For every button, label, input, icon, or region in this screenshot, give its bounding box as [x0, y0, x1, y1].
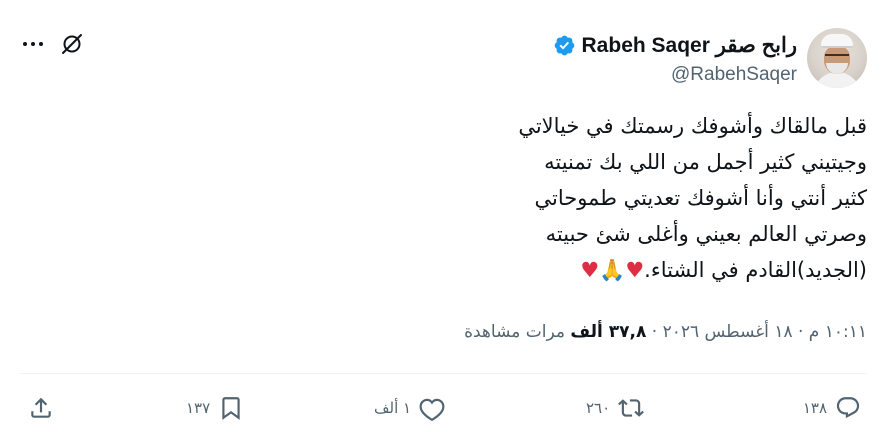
avatar-shirt [813, 72, 861, 88]
bookmark-count: ١٣٧ [186, 399, 211, 417]
like-button[interactable]: ١ ألف [374, 394, 445, 422]
tweet-time[interactable]: ١٠:١١ م [809, 322, 867, 342]
share-icon [31, 397, 51, 418]
author-name-row[interactable]: Rabeh Saqer رابح صقر [553, 32, 797, 58]
heart-emoji-icon: ♥ [580, 258, 600, 282]
bookmark-icon [222, 397, 240, 420]
grok-icon[interactable] [60, 32, 84, 56]
tweet-date[interactable]: ١٨ أغسطس ٢٠٢٦ [663, 322, 793, 342]
tweet-line: وصرتي العالم بعيني وأغلى شئ حبيته [545, 222, 867, 246]
meta-separator: · [651, 322, 658, 342]
verified-badge-icon [554, 35, 574, 55]
heart-emoji-icon: ♥ [625, 258, 645, 282]
author-handle[interactable]: @RabehSaqer [671, 64, 797, 86]
meta-separator: · [797, 322, 804, 342]
like-count: ١ ألف [374, 399, 412, 417]
pray-emoji-icon: 🙏 [599, 258, 626, 282]
tweet-line: وجيتيني كثير أجمل من اللي بك تمنيته [544, 150, 867, 174]
tweet-last-line: (الجديد)القادم في الشتاء.♥🙏♥ [307, 252, 867, 288]
views-label: مرات مشاهدة [464, 322, 565, 342]
bookmark-button[interactable]: ١٣٧ [186, 394, 244, 422]
tweet-last-line-text: (الجديد)القادم في الشتاء. [644, 258, 867, 282]
tweet-text: قبل مالقاك وأشوفك رسمتك في خيالاتي وجيتي… [307, 108, 867, 288]
views-count: ٣٧,٨ ألف [570, 322, 647, 342]
reply-button[interactable]: ١٣٨ [803, 394, 861, 422]
tweet-meta: ١٠:١١ م · ١٨ أغسطس ٢٠٢٦ · ٣٧,٨ ألف مرات … [464, 322, 867, 342]
retweet-icon [618, 399, 645, 417]
reply-icon [836, 397, 860, 419]
avatar[interactable] [807, 28, 867, 88]
share-button[interactable] [28, 394, 54, 422]
repost-count: ٢٦٠ [586, 399, 611, 417]
more-icon[interactable] [21, 32, 45, 56]
reply-count: ١٣٨ [802, 399, 827, 417]
author-display-name[interactable]: Rabeh Saqer رابح صقر [582, 33, 797, 58]
tweet-line: كثير أنتي وأنا أشوفك تعديتي طموحاتي [534, 186, 867, 210]
heart-icon [419, 398, 445, 421]
tweet-line: قبل مالقاك وأشوفك رسمتك في خيالاتي [518, 114, 867, 138]
avatar-glasses [825, 54, 849, 60]
repost-button[interactable]: ٢٦٠ [586, 394, 645, 422]
tweet: Rabeh Saqer رابح صقر @RabehSaqer قبل مال… [0, 0, 891, 432]
divider [20, 373, 867, 374]
avatar-cap [821, 34, 853, 48]
